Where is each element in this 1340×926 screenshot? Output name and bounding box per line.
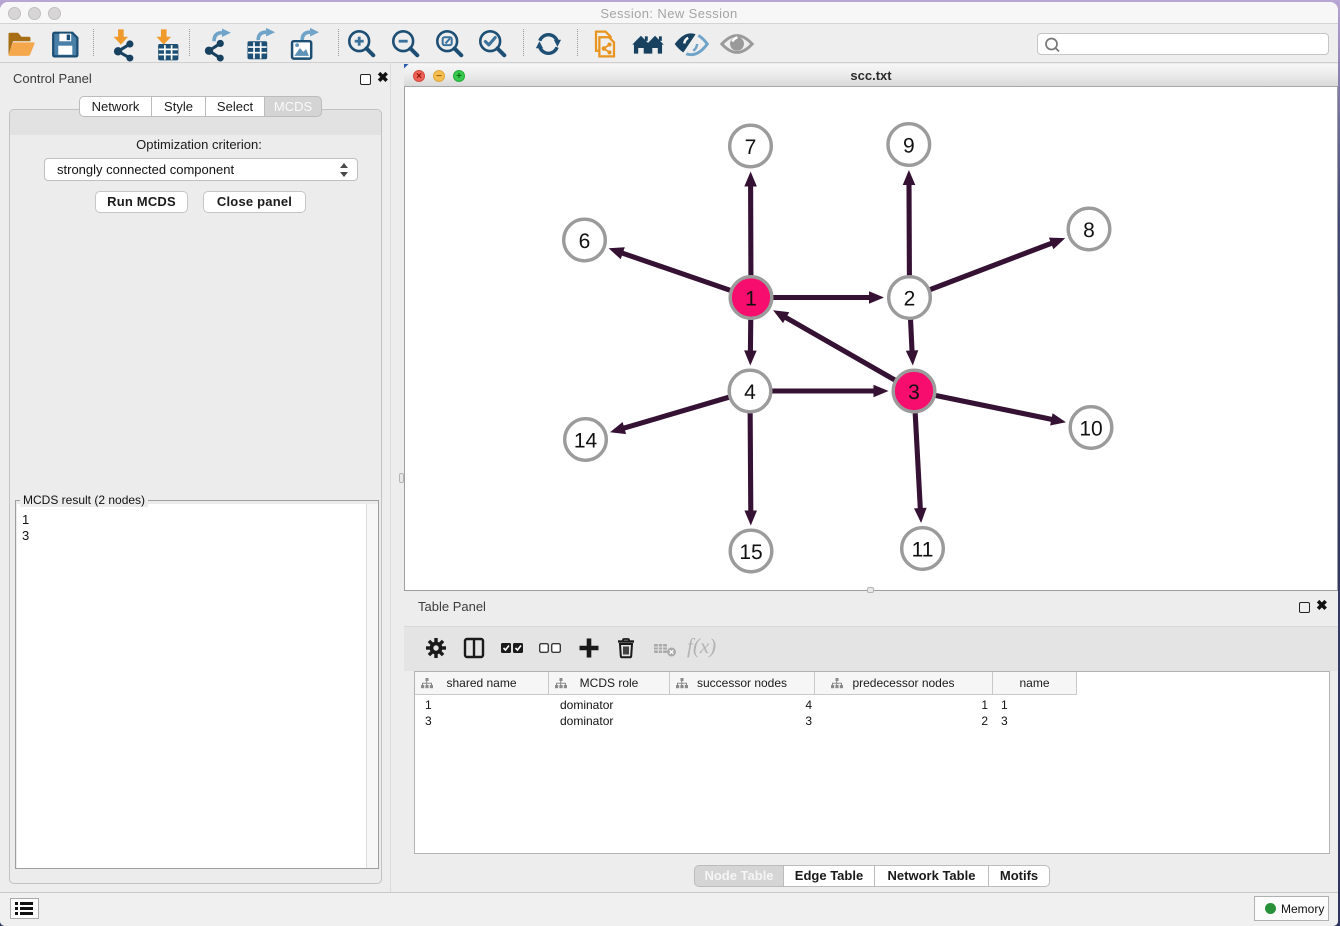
svg-text:10: 10: [1079, 418, 1102, 441]
svg-text:1: 1: [745, 288, 757, 311]
svg-text:11: 11: [912, 539, 934, 562]
svg-text:9: 9: [903, 135, 915, 158]
svg-text:14: 14: [574, 430, 598, 453]
svg-text:3: 3: [908, 381, 920, 404]
svg-text:8: 8: [1083, 219, 1095, 242]
svg-text:4: 4: [744, 381, 756, 404]
svg-text:15: 15: [739, 541, 762, 564]
svg-text:7: 7: [745, 136, 757, 159]
svg-text:2: 2: [904, 288, 916, 311]
svg-text:6: 6: [579, 230, 591, 253]
